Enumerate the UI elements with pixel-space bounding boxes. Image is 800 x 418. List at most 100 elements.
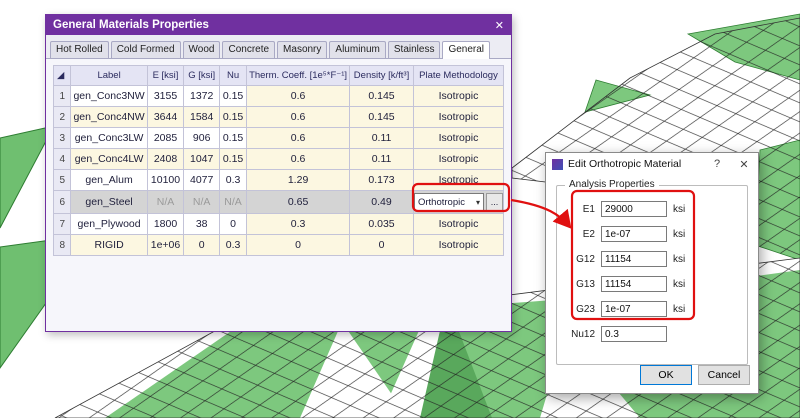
cell-e[interactable]: 1e+06	[147, 235, 184, 256]
cell-density[interactable]: 0.035	[350, 214, 414, 235]
table-row[interactable]: 1 gen_Conc3NW 3155 1372 0.15 0.6 0.145 I…	[54, 86, 504, 107]
cancel-button[interactable]: Cancel	[698, 365, 750, 385]
table-row[interactable]: 8 RIGID 1e+06 0 0.3 0 0 Isotropic	[54, 235, 504, 256]
cell-density[interactable]: 0.11	[350, 128, 414, 149]
col-header-density[interactable]: Density [k/ft³]	[350, 66, 414, 86]
ok-button[interactable]: OK	[640, 365, 692, 385]
col-header-e[interactable]: E [ksi]	[147, 66, 184, 86]
cell-plate[interactable]: Isotropic	[413, 107, 503, 128]
cell-density[interactable]: 0.11	[350, 149, 414, 170]
e2-input[interactable]	[601, 226, 667, 242]
cell-therm[interactable]: 0.65	[247, 191, 350, 214]
g13-input[interactable]	[601, 276, 667, 292]
cell-therm[interactable]: 0.6	[247, 128, 350, 149]
help-icon[interactable]: ?	[709, 158, 725, 170]
tab-wood[interactable]: Wood	[183, 41, 221, 58]
table-row-selected[interactable]: 6 gen_Steel N/A N/A N/A 0.65 0.49 Orthot…	[54, 191, 504, 214]
dialog-titlebar[interactable]: General Materials Properties ✕	[46, 15, 511, 35]
tab-cold-formed[interactable]: Cold Formed	[111, 41, 181, 58]
cell-plate[interactable]: Isotropic	[413, 128, 503, 149]
cell-g[interactable]: 0	[184, 235, 220, 256]
cell-nu[interactable]: N/A	[220, 191, 247, 214]
e1-input[interactable]	[601, 201, 667, 217]
cell-therm[interactable]: 0.6	[247, 86, 350, 107]
cell-e[interactable]: 1800	[147, 214, 184, 235]
edit-material-button[interactable]: ...	[486, 193, 503, 211]
row-number[interactable]: 7	[54, 214, 71, 235]
g23-input[interactable]	[601, 301, 667, 317]
cell-label[interactable]: RIGID	[71, 235, 147, 256]
cell-plate[interactable]: Isotropic	[413, 214, 503, 235]
row-number[interactable]: 6	[54, 191, 71, 214]
cell-nu[interactable]: 0.3	[220, 235, 247, 256]
cell-label[interactable]: gen_Steel	[71, 191, 147, 214]
tab-general[interactable]: General	[442, 41, 490, 59]
dialog-titlebar[interactable]: Edit Orthotropic Material ? ✕	[546, 153, 758, 175]
row-number[interactable]: 2	[54, 107, 71, 128]
cell-label[interactable]: gen_Plywood	[71, 214, 147, 235]
row-number[interactable]: 5	[54, 170, 71, 191]
table-row[interactable]: 4 gen_Conc4LW 2408 1047 0.15 0.6 0.11 Is…	[54, 149, 504, 170]
cell-label[interactable]: gen_Conc3NW	[71, 86, 147, 107]
table-row[interactable]: 5 gen_Alum 10100 4077 0.3 1.29 0.173 Iso…	[54, 170, 504, 191]
row-number[interactable]: 3	[54, 128, 71, 149]
cell-plate[interactable]: Isotropic	[413, 170, 503, 191]
cell-g[interactable]: 38	[184, 214, 220, 235]
row-number[interactable]: 1	[54, 86, 71, 107]
g12-input[interactable]	[601, 251, 667, 267]
table-row[interactable]: 7 gen_Plywood 1800 38 0 0.3 0.035 Isotro…	[54, 214, 504, 235]
tab-aluminum[interactable]: Aluminum	[329, 41, 385, 58]
row-number[interactable]: 8	[54, 235, 71, 256]
cell-e[interactable]: N/A	[147, 191, 184, 214]
close-icon[interactable]: ✕	[495, 19, 504, 32]
cell-g[interactable]: 4077	[184, 170, 220, 191]
cell-plate[interactable]: Isotropic	[413, 86, 503, 107]
cell-label[interactable]: gen_Alum	[71, 170, 147, 191]
cell-plate[interactable]: Isotropic	[413, 235, 503, 256]
col-header-plate[interactable]: Plate Methodology	[413, 66, 503, 86]
cell-g[interactable]: 1047	[184, 149, 220, 170]
cell-label[interactable]: gen_Conc4LW	[71, 149, 147, 170]
table-row[interactable]: 2 gen_Conc4NW 3644 1584 0.15 0.6 0.145 I…	[54, 107, 504, 128]
plate-methodology-dropdown[interactable]: Orthotropic ▾	[414, 193, 484, 211]
cell-label[interactable]: gen_Conc4NW	[71, 107, 147, 128]
close-icon[interactable]: ✕	[736, 158, 752, 171]
cell-nu[interactable]: 0.15	[220, 107, 247, 128]
cell-g[interactable]: 1584	[184, 107, 220, 128]
select-all-corner-icon[interactable]: ◢	[54, 66, 71, 86]
cell-g[interactable]: 906	[184, 128, 220, 149]
cell-label[interactable]: gen_Conc3LW	[71, 128, 147, 149]
col-header-therm[interactable]: Therm. Coeff. [1e⁵*F⁻¹]	[247, 66, 350, 86]
nu12-input[interactable]	[601, 326, 667, 342]
cell-nu[interactable]: 0.15	[220, 86, 247, 107]
cell-e[interactable]: 3155	[147, 86, 184, 107]
cell-density[interactable]: 0.173	[350, 170, 414, 191]
cell-nu[interactable]: 0.3	[220, 170, 247, 191]
cell-nu[interactable]: 0	[220, 214, 247, 235]
col-header-label[interactable]: Label	[71, 66, 147, 86]
cell-density[interactable]: 0.145	[350, 107, 414, 128]
cell-density[interactable]: 0	[350, 235, 414, 256]
cell-density[interactable]: 0.145	[350, 86, 414, 107]
cell-e[interactable]: 10100	[147, 170, 184, 191]
cell-nu[interactable]: 0.15	[220, 149, 247, 170]
cell-therm[interactable]: 0.6	[247, 149, 350, 170]
tab-masonry[interactable]: Masonry	[277, 41, 327, 58]
tab-stainless[interactable]: Stainless	[388, 41, 441, 58]
cell-nu[interactable]: 0.15	[220, 128, 247, 149]
cell-density[interactable]: 0.49	[350, 191, 414, 214]
cell-therm[interactable]: 0	[247, 235, 350, 256]
col-header-nu[interactable]: Nu	[220, 66, 247, 86]
col-header-g[interactable]: G [ksi]	[184, 66, 220, 86]
row-number[interactable]: 4	[54, 149, 71, 170]
tab-hot-rolled[interactable]: Hot Rolled	[50, 41, 109, 58]
tab-concrete[interactable]: Concrete	[222, 41, 275, 58]
cell-therm[interactable]: 0.3	[247, 214, 350, 235]
cell-e[interactable]: 2408	[147, 149, 184, 170]
cell-plate[interactable]: Isotropic	[413, 149, 503, 170]
table-row[interactable]: 3 gen_Conc3LW 2085 906 0.15 0.6 0.11 Iso…	[54, 128, 504, 149]
cell-g[interactable]: 1372	[184, 86, 220, 107]
cell-e[interactable]: 3644	[147, 107, 184, 128]
cell-therm[interactable]: 0.6	[247, 107, 350, 128]
cell-g[interactable]: N/A	[184, 191, 220, 214]
